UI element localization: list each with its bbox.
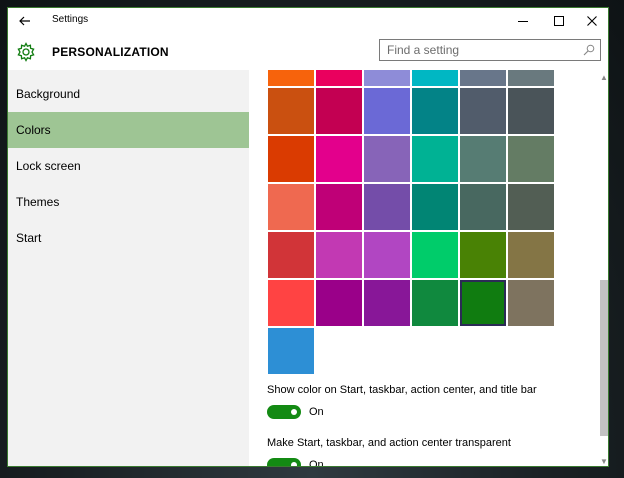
color-swatch[interactable] xyxy=(460,70,506,86)
sidebar-item-colors[interactable]: Colors xyxy=(8,112,249,148)
page-title: PERSONALIZATION xyxy=(52,45,169,59)
sidebar-item-label: Colors xyxy=(16,123,51,137)
color-swatch[interactable] xyxy=(364,280,410,326)
sidebar-item-label: Themes xyxy=(16,195,60,209)
transparency-state: On xyxy=(309,459,324,467)
color-swatch[interactable] xyxy=(508,184,554,230)
scrollbar[interactable]: ▲ ▼ xyxy=(599,70,608,466)
color-swatch[interactable] xyxy=(508,136,554,182)
color-swatch[interactable] xyxy=(460,184,506,230)
color-swatch[interactable] xyxy=(316,232,362,278)
color-swatch[interactable] xyxy=(364,232,410,278)
toggle-knob xyxy=(291,409,297,415)
color-swatch[interactable] xyxy=(268,70,314,86)
transparency-toggle[interactable] xyxy=(267,458,301,466)
color-swatch[interactable] xyxy=(268,328,314,374)
minimize-icon xyxy=(518,21,528,22)
sidebar-item-themes[interactable]: Themes xyxy=(8,184,249,220)
color-swatch[interactable] xyxy=(412,280,458,326)
title-bar: Settings xyxy=(8,8,608,34)
color-swatch[interactable] xyxy=(268,232,314,278)
color-swatch[interactable] xyxy=(460,280,506,326)
app-title: Settings xyxy=(52,14,89,25)
close-icon xyxy=(587,16,597,26)
settings-window: Settings PERSONALIZATION Find a setting … xyxy=(7,7,609,467)
color-swatch[interactable] xyxy=(508,280,554,326)
color-swatch[interactable] xyxy=(412,70,458,86)
color-swatch[interactable] xyxy=(316,280,362,326)
color-swatch[interactable] xyxy=(412,136,458,182)
color-swatch[interactable] xyxy=(508,232,554,278)
toggle-knob xyxy=(291,462,297,466)
color-swatch[interactable] xyxy=(316,88,362,134)
color-swatch[interactable] xyxy=(460,232,506,278)
color-swatch[interactable] xyxy=(508,88,554,134)
color-swatch[interactable] xyxy=(268,280,314,326)
maximize-button[interactable] xyxy=(541,8,577,34)
color-swatch[interactable] xyxy=(268,88,314,134)
sidebar-item-label: Background xyxy=(16,87,81,101)
maximize-icon xyxy=(554,16,564,26)
scroll-up-icon[interactable]: ▲ xyxy=(599,72,608,84)
color-swatch[interactable] xyxy=(316,70,362,86)
color-swatch[interactable] xyxy=(364,88,410,134)
color-swatch[interactable] xyxy=(316,184,362,230)
gear-icon xyxy=(17,42,35,62)
color-swatch[interactable] xyxy=(508,70,554,86)
color-swatch[interactable] xyxy=(412,88,458,134)
transparency-label: Make Start, taskbar, and action center t… xyxy=(267,437,511,449)
color-swatch[interactable] xyxy=(460,136,506,182)
color-swatch[interactable] xyxy=(412,184,458,230)
color-swatch[interactable] xyxy=(364,136,410,182)
sidebar-item-lock-screen[interactable]: Lock screen xyxy=(8,148,249,184)
minimize-button[interactable] xyxy=(505,8,541,34)
color-swatch[interactable] xyxy=(364,70,410,86)
color-swatch[interactable] xyxy=(364,184,410,230)
sidebar: Background Colors Lock screen Themes Sta… xyxy=(8,70,249,466)
search-input[interactable] xyxy=(379,39,601,61)
show-color-label: Show color on Start, taskbar, action cen… xyxy=(267,384,537,396)
show-color-state: On xyxy=(309,406,324,418)
sidebar-item-start[interactable]: Start xyxy=(8,220,249,256)
back-button[interactable] xyxy=(14,10,36,32)
back-arrow-icon xyxy=(19,16,30,26)
color-swatch[interactable] xyxy=(268,136,314,182)
color-swatch[interactable] xyxy=(268,184,314,230)
close-button[interactable] xyxy=(574,8,608,34)
color-swatch[interactable] xyxy=(460,88,506,134)
sidebar-item-label: Start xyxy=(16,231,42,245)
color-swatch[interactable] xyxy=(316,136,362,182)
page-header: PERSONALIZATION xyxy=(8,34,608,70)
show-color-toggle[interactable] xyxy=(267,405,301,419)
scroll-thumb[interactable] xyxy=(600,280,608,436)
search-icon xyxy=(583,44,595,56)
sidebar-item-background[interactable]: Background xyxy=(8,76,249,112)
scroll-down-icon[interactable]: ▼ xyxy=(599,456,608,466)
color-swatch[interactable] xyxy=(412,232,458,278)
sidebar-item-label: Lock screen xyxy=(16,159,81,173)
colors-content: Show color on Start, taskbar, action cen… xyxy=(249,70,608,467)
